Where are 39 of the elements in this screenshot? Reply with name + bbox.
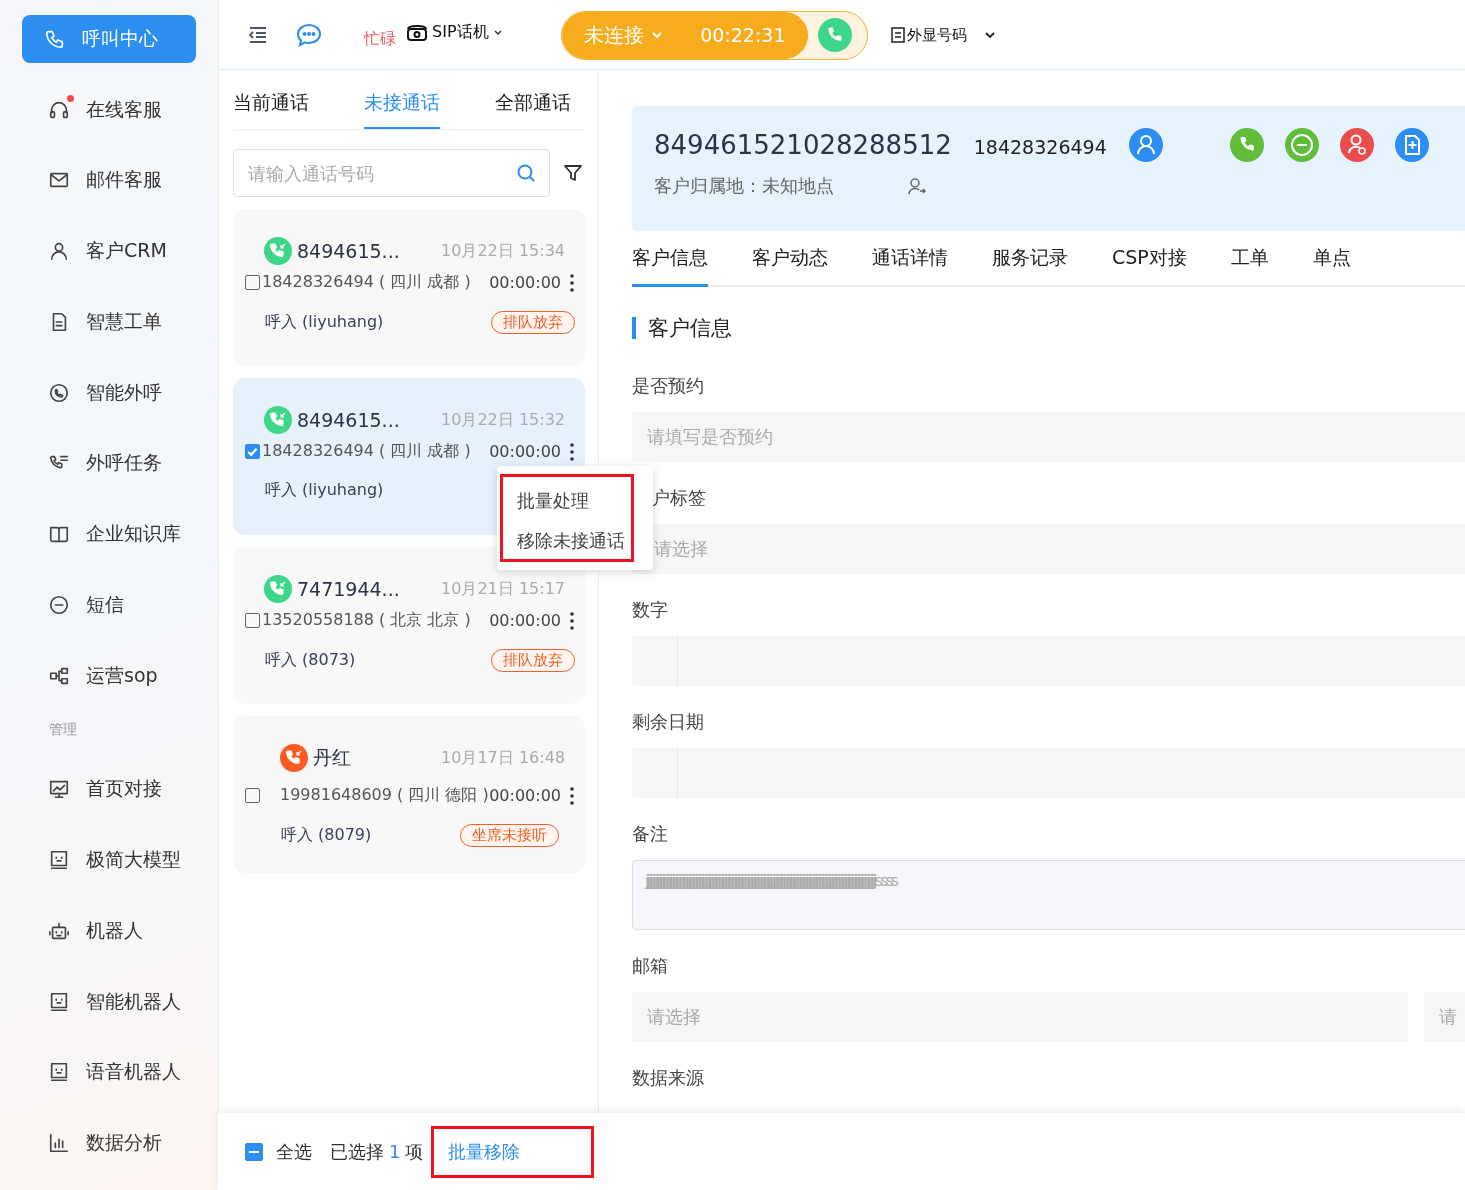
caller-name: 丹红: [313, 745, 352, 770]
caller-name: 8494615...: [297, 409, 401, 431]
phone-number: 13520558188 ( 北京 北京 ): [262, 610, 472, 631]
call-time: 10月17日 16:48: [441, 747, 565, 769]
selected-label: 已选择: [330, 1139, 384, 1164]
caller-name: 8494615...: [297, 240, 401, 262]
call-time: 10月21日 15:17: [441, 578, 565, 600]
selected-unit: 项: [405, 1139, 424, 1164]
sidebar-section-label: 管理: [48, 719, 78, 739]
field-label: 邮箱: [632, 954, 669, 978]
customer-phone: 18428326494: [973, 135, 1107, 158]
call-duration: 00:00:00: [489, 442, 561, 461]
phone-number: 18428326494 ( 四川 成都 ): [262, 272, 472, 293]
field-label: 备注: [632, 822, 669, 846]
call-timer: 00:22:31: [700, 24, 786, 46]
status-tag: 排队放弃: [491, 649, 575, 672]
call-duration: 00:00:00: [489, 786, 561, 805]
caller-name: 7471944...: [297, 578, 401, 600]
customer-location: 客户归属地：未知地点: [654, 174, 834, 198]
selected-count: 1: [389, 1141, 401, 1162]
field-label: 数字: [632, 598, 669, 622]
field-label: 数据来源: [632, 1066, 705, 1090]
customer-id: 849461521028288512: [654, 130, 952, 160]
status-tag: 排队放弃: [491, 311, 575, 334]
call-time: 10月22日 15:34: [441, 240, 565, 262]
field-label: 剩余日期: [632, 710, 705, 734]
section-title: 客户信息: [632, 317, 1465, 339]
phone-number: 18428326494 ( 四川 成都 ): [262, 441, 472, 462]
field-label: 是否预约: [632, 374, 705, 398]
call-duration: 00:00:00: [489, 611, 561, 630]
field-label: 户标签: [651, 486, 707, 510]
status-tag: 坐席未接听: [460, 824, 559, 847]
phone-number: 19981648609 ( 四川 德阳 ): [280, 785, 490, 806]
call-direction: 呼入 (liyuhang): [265, 480, 384, 501]
call-direction: 呼入 (liyuhang): [265, 312, 384, 333]
call-duration: 00:00:00: [489, 273, 561, 292]
call-time: 10月22日 15:32: [441, 409, 565, 431]
call-direction: 呼入 (8079): [281, 825, 372, 846]
call-direction: 呼入 (8073): [265, 650, 356, 671]
